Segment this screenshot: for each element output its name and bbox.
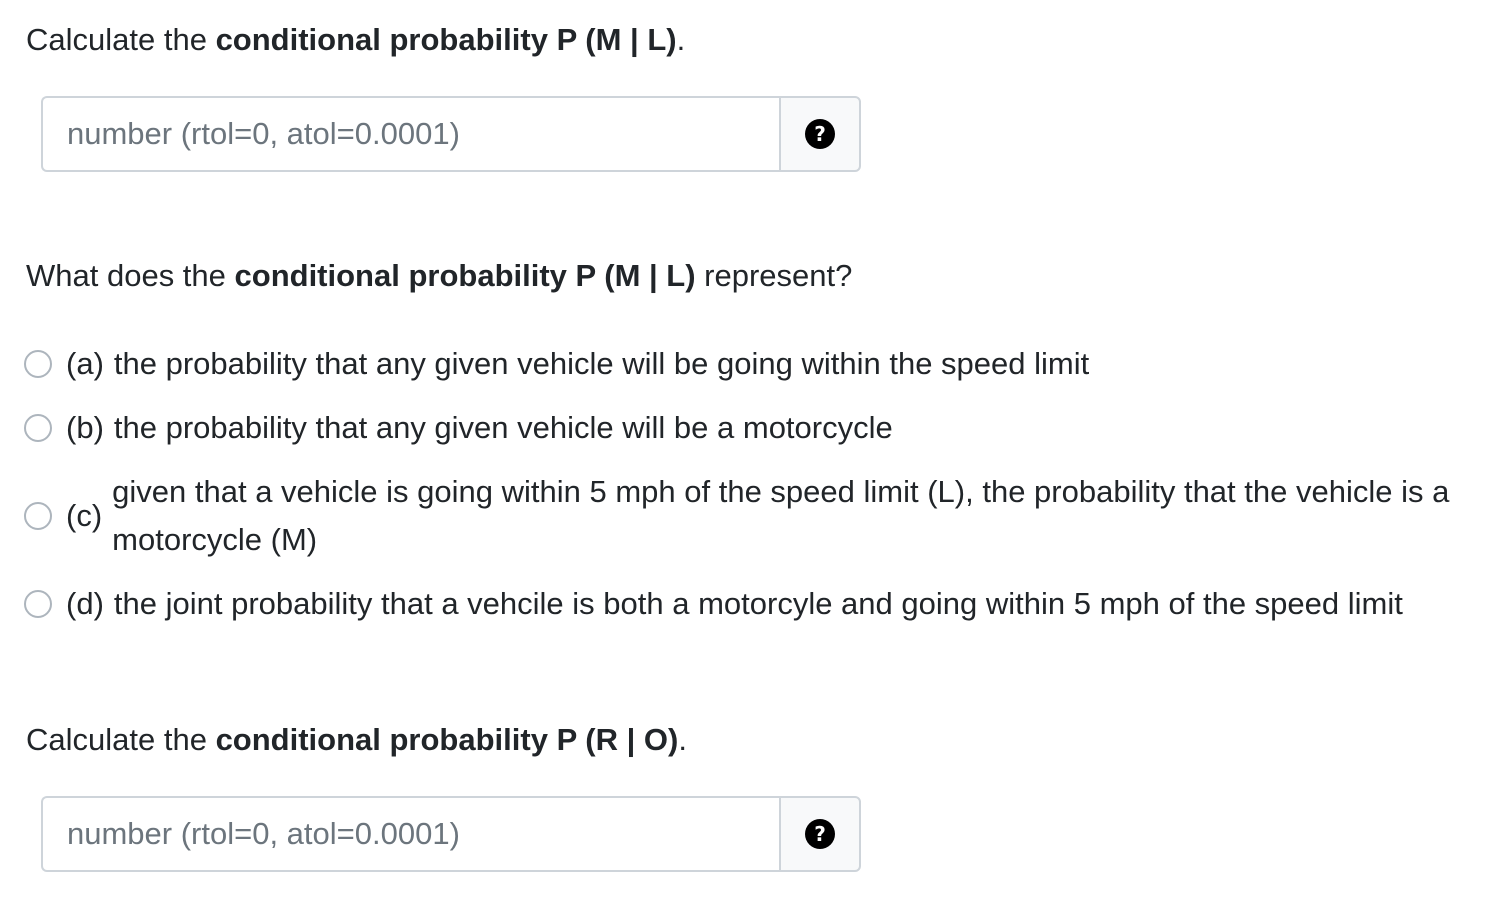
question-1-bold: conditional probability P (M | L) <box>215 22 677 57</box>
question-3-prompt: Calculate the conditional probability P … <box>26 722 687 758</box>
question-1-prefix: Calculate the <box>26 22 216 57</box>
option-c-radio[interactable] <box>24 502 52 530</box>
question-2-prefix: What does the <box>26 258 235 293</box>
option-b[interactable]: (b) the probability that any given vehic… <box>24 404 893 452</box>
option-a-key: (a) <box>66 346 104 381</box>
question-2-suffix: represent? <box>695 258 853 293</box>
option-b-key: (b) <box>66 410 104 445</box>
option-a-text: the probability that any given vehicle w… <box>113 346 1090 381</box>
option-d-radio[interactable] <box>24 590 52 618</box>
question-3-help-button[interactable]: ? <box>779 796 861 872</box>
option-c-key: (c) <box>66 498 103 533</box>
question-circle-icon: ? <box>805 119 835 149</box>
question-3-prefix: Calculate the <box>26 722 216 757</box>
question-2-bold: conditional probability P (M | L) <box>234 258 696 293</box>
question-3-number-input[interactable] <box>41 796 779 872</box>
question-3-input-group: ? <box>41 796 861 872</box>
option-d[interactable]: (d) the joint probability that a vehcile… <box>24 580 1403 628</box>
question-3-bold: conditional probability P (R | O) <box>215 722 679 757</box>
option-b-text: the probability that any given vehicle w… <box>113 410 893 445</box>
question-circle-icon: ? <box>805 819 835 849</box>
option-a-radio[interactable] <box>24 350 52 378</box>
option-c-text: given that a vehicle is going within 5 m… <box>112 474 1450 557</box>
question-3-suffix: . <box>678 722 687 757</box>
option-d-text: the joint probability that a vehcile is … <box>113 586 1403 621</box>
option-a[interactable]: (a) the probability that any given vehic… <box>24 340 1089 388</box>
option-b-radio[interactable] <box>24 414 52 442</box>
question-1-prompt: Calculate the conditional probability P … <box>26 22 685 58</box>
question-2-prompt: What does the conditional probability P … <box>26 258 852 294</box>
question-1-suffix: . <box>676 22 686 57</box>
question-1-input-group: ? <box>41 96 861 172</box>
question-1-number-input[interactable] <box>41 96 779 172</box>
option-d-key: (d) <box>66 586 104 621</box>
option-c[interactable]: (c) given that a vehicle is going within… <box>24 468 1482 564</box>
question-1-help-button[interactable]: ? <box>779 96 861 172</box>
